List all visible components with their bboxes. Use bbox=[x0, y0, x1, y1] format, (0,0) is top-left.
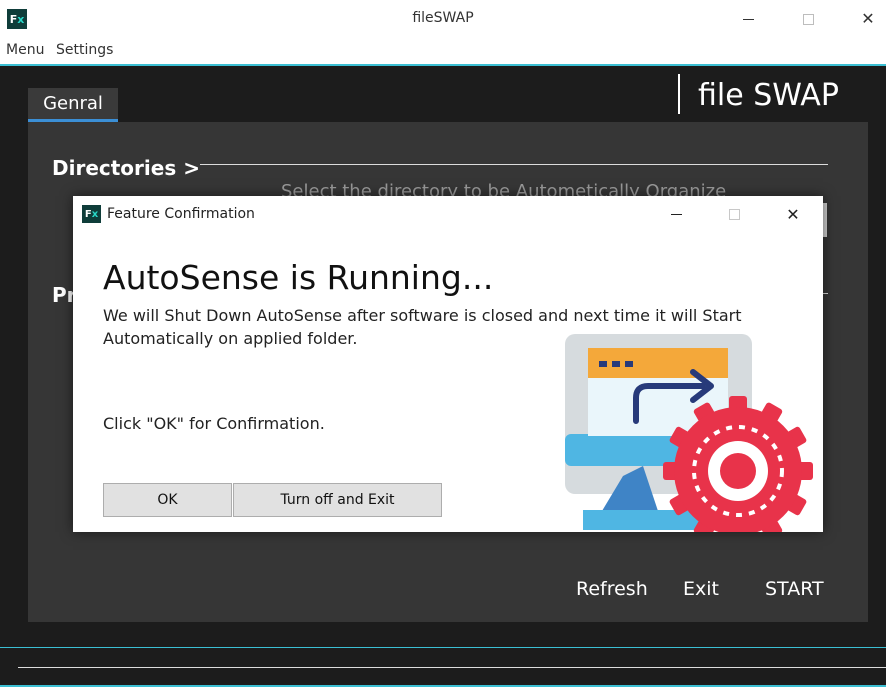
top-accent-line bbox=[0, 64, 886, 66]
brand-title: file SWAP bbox=[698, 78, 839, 113]
menu-item-settings[interactable]: Settings bbox=[56, 42, 113, 58]
refresh-button[interactable]: Refresh bbox=[576, 578, 648, 600]
bottom-rule bbox=[18, 667, 886, 668]
maximize-icon bbox=[728, 208, 740, 220]
dialog-minimize-button[interactable] bbox=[656, 200, 696, 228]
dialog-close-button[interactable]: ✕ bbox=[773, 200, 813, 228]
maximize-button[interactable] bbox=[785, 4, 831, 34]
dialog-heading: AutoSense is Running... bbox=[103, 258, 494, 297]
maximize-icon bbox=[802, 13, 814, 25]
menu-item-menu[interactable]: Menu bbox=[6, 42, 44, 58]
dialog-title: Feature Confirmation bbox=[107, 206, 255, 222]
ok-button[interactable]: OK bbox=[103, 483, 232, 517]
brand-separator bbox=[678, 74, 680, 114]
exit-button[interactable]: Exit bbox=[683, 578, 719, 600]
bottom-accent-line bbox=[0, 647, 886, 648]
close-icon: ✕ bbox=[786, 204, 800, 224]
feature-confirmation-dialog: Fx Feature Confirmation ✕ AutoSense is R… bbox=[73, 196, 823, 532]
minimize-button[interactable] bbox=[725, 4, 771, 34]
menu-bar: Menu Settings bbox=[0, 38, 886, 64]
dialog-logo-icon: Fx bbox=[82, 205, 101, 223]
title-bar: Fx fileSWAP ✕ bbox=[0, 0, 886, 38]
dialog-maximize-button[interactable] bbox=[714, 200, 754, 228]
close-icon: ✕ bbox=[861, 9, 875, 28]
minimize-icon bbox=[670, 213, 682, 215]
tab-genral[interactable]: Genral bbox=[28, 88, 118, 122]
start-button[interactable]: START bbox=[765, 578, 824, 600]
close-button[interactable]: ✕ bbox=[845, 4, 886, 34]
directories-heading: Directories > bbox=[52, 156, 200, 180]
turn-off-and-exit-button[interactable]: Turn off and Exit bbox=[233, 483, 442, 517]
minimize-icon bbox=[742, 18, 754, 20]
dialog-confirm-text: Click "OK" for Confirmation. bbox=[103, 414, 325, 433]
directories-rule bbox=[200, 164, 828, 165]
window-with-gear-icon bbox=[565, 334, 813, 532]
